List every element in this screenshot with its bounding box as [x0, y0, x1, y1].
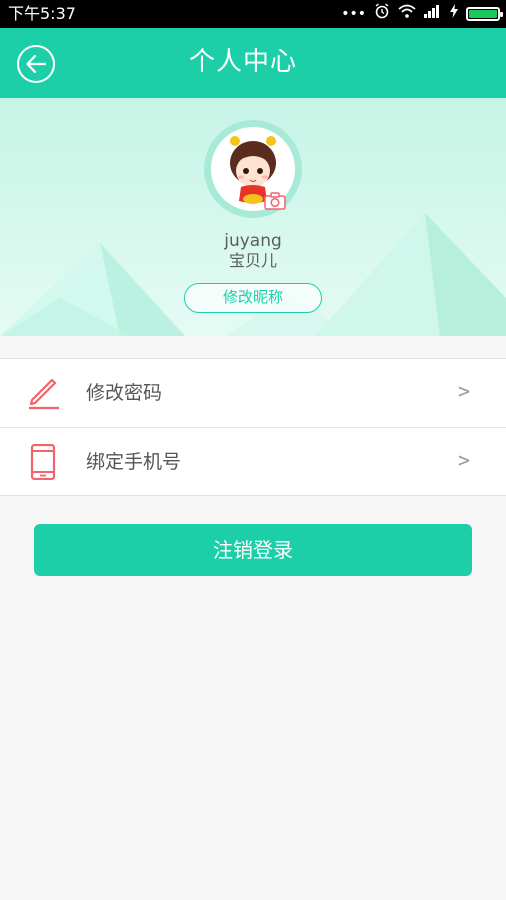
- menu-item-change-password[interactable]: 修改密码 >: [0, 359, 506, 427]
- menu-item-label: 绑定手机号: [86, 451, 182, 473]
- wifi-icon: [398, 4, 416, 24]
- battery-fill: [469, 10, 497, 18]
- chevron-right-icon: >: [457, 448, 470, 472]
- status-bar: 下午5:37 •••: [0, 0, 506, 28]
- signal-icon: [424, 4, 442, 24]
- app-header: 个人中心: [0, 28, 506, 98]
- settings-menu: 修改密码 > 绑定手机号 >: [0, 358, 506, 496]
- menu-item-bind-phone[interactable]: 绑定手机号 >: [0, 427, 506, 495]
- profile-section: juyang 宝贝儿 修改昵称: [0, 98, 506, 336]
- logout-button[interactable]: 注销登录: [34, 524, 472, 576]
- avatar[interactable]: [204, 120, 302, 218]
- status-time: 下午5:37: [8, 4, 76, 23]
- alarm-icon: [374, 3, 390, 25]
- battery-icon: [466, 7, 503, 21]
- charging-icon: [450, 4, 458, 24]
- pencil-icon: [28, 375, 60, 411]
- edit-nickname-button[interactable]: 修改昵称: [184, 283, 322, 313]
- nickname: 宝贝儿: [228, 251, 277, 270]
- menu-item-label: 修改密码: [86, 382, 163, 404]
- camera-icon[interactable]: [264, 192, 286, 210]
- status-icons: •••: [341, 3, 503, 25]
- phone-icon: [28, 443, 60, 481]
- chevron-right-icon: >: [457, 379, 470, 403]
- username: juyang: [224, 231, 282, 251]
- more-icon: •••: [341, 6, 366, 22]
- page-title: 个人中心: [188, 47, 297, 77]
